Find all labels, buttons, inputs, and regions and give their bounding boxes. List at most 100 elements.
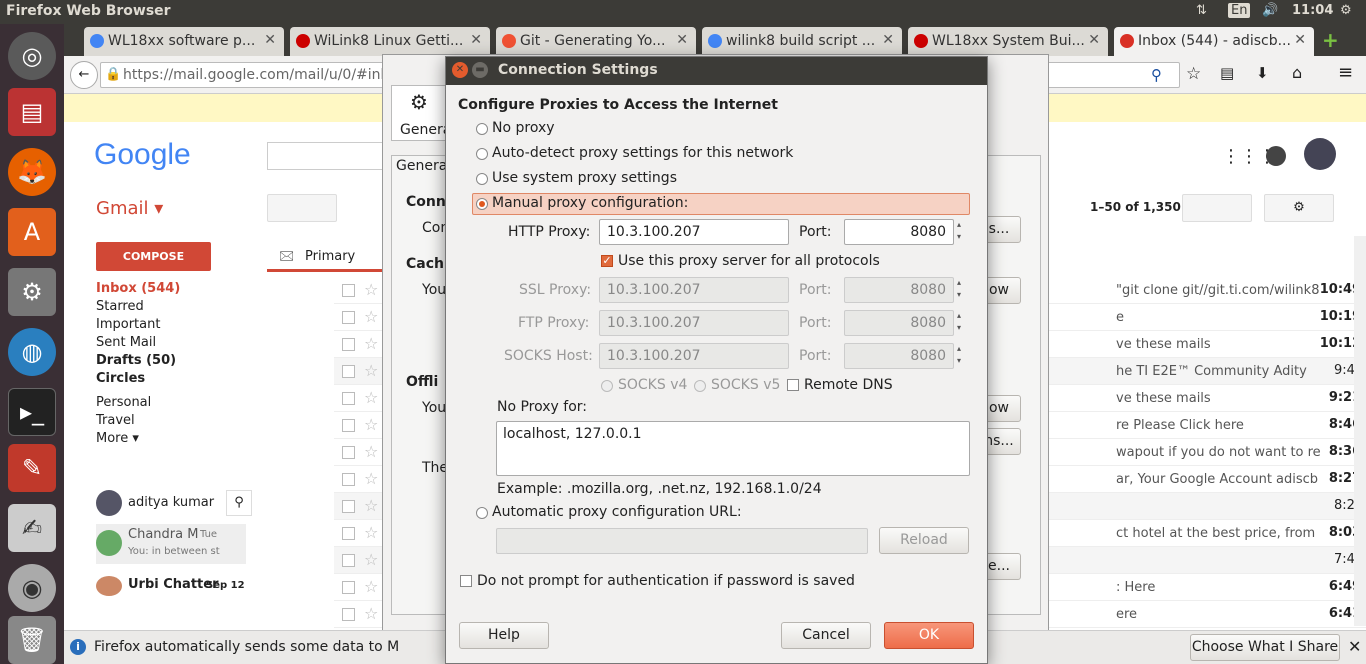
new-tab-icon[interactable]: + [1322,28,1339,52]
dialog-minimize-icon[interactable]: ▬ [472,62,488,78]
cancel-button[interactable]: Cancel [781,622,871,649]
tab-primary[interactable]: 🖂 Primary [267,242,387,272]
reload-button[interactable]: Reload [879,527,969,554]
pager-buttons[interactable] [1182,194,1252,222]
no-proxy-label[interactable]: No proxy [492,120,555,136]
power-icon[interactable]: ⚙ [1340,3,1352,18]
use-all-protocols-checkbox[interactable]: ✓ [601,255,613,267]
socks-port-input[interactable]: 8080 [844,343,954,369]
transfer-icon[interactable]: ⇅ [1196,3,1207,18]
close-tab-icon[interactable]: ✕ [264,32,276,48]
trash-icon[interactable]: 🗑 [8,616,56,664]
no-prompt-auth-checkbox[interactable] [460,575,472,587]
remote-dns-checkbox[interactable] [787,379,799,391]
ubuntu-dash-icon[interactable]: ◎ [8,32,56,80]
use-all-protocols-label[interactable]: Use this proxy server for all protocols [618,253,880,269]
account-avatar[interactable] [1304,138,1336,170]
star-icon[interactable]: ☆ [364,469,378,488]
auto-config-url-label[interactable]: Automatic proxy configuration URL: [492,504,742,520]
ftp-port-stepper[interactable]: ▴ ▾ [954,310,964,336]
system-settings-icon[interactable]: ⚙ [8,268,56,316]
clock[interactable]: 11:04 [1292,3,1333,18]
socks5-radio[interactable] [694,380,706,392]
row-checkbox[interactable] [342,419,355,432]
gmail-app-menu[interactable]: Gmail ▾ [96,198,163,219]
select-checkbox-button[interactable] [267,194,337,222]
auto-config-url-radio[interactable] [476,507,488,519]
network-app-icon[interactable]: ◍ [8,328,56,376]
hangouts-search-icon[interactable]: ⚲ [226,490,252,516]
scrollbar[interactable] [1354,236,1366,626]
close-tab-icon[interactable]: ✕ [1088,32,1100,48]
http-proxy-input[interactable]: 10.3.100.207 [599,219,789,245]
label-important[interactable]: Important [96,316,180,334]
star-icon[interactable]: ☆ [364,388,378,407]
text-editor-icon[interactable]: ✍ [8,504,56,552]
reading-list-icon[interactable]: ▤ [1220,64,1234,82]
star-icon[interactable]: ☆ [364,604,378,623]
ftp-port-input[interactable]: 8080 [844,310,954,336]
socks4-radio[interactable] [601,380,613,392]
downloads-icon[interactable]: ⬇ [1256,64,1269,82]
row-checkbox[interactable] [342,554,355,567]
ssl-port-stepper[interactable]: ▴ ▾ [954,277,964,303]
label-more[interactable]: More ▾ [96,430,180,448]
close-notification-icon[interactable]: ✕ [1348,637,1361,656]
socks5-label[interactable]: SOCKS v5 [711,377,780,393]
label-sent[interactable]: Sent Mail [96,334,180,352]
star-icon[interactable]: ☆ [364,550,378,569]
ssl-proxy-input[interactable]: 10.3.100.207 [599,277,789,303]
row-checkbox[interactable] [342,311,355,324]
disc-icon[interactable]: ◉ [8,564,56,612]
volume-icon[interactable]: 🔊 [1262,3,1278,18]
tab-wl18xx-system[interactable]: WL18xx System Bui... ✕ [908,27,1108,56]
star-icon[interactable]: ☆ [364,523,378,542]
no-proxy-for-textarea[interactable]: localhost, 127.0.0.1 [496,421,970,476]
row-checkbox[interactable] [342,338,355,351]
star-icon[interactable]: ☆ [364,361,378,380]
auto-config-url-input[interactable] [496,528,868,554]
hangouts-me[interactable]: aditya kumar ⚲ [96,488,252,522]
ftp-proxy-input[interactable]: 10.3.100.207 [599,310,789,336]
star-icon[interactable]: ☆ [364,442,378,461]
manual-proxy-radio[interactable] [476,198,488,210]
star-icon[interactable]: ☆ [364,280,378,299]
menu-icon[interactable]: ≡ [1338,62,1353,83]
firefox-icon[interactable]: 🦊 [8,148,56,196]
row-checkbox[interactable] [342,392,355,405]
dialog-close-icon[interactable]: ✕ [452,62,468,78]
remote-dns-label[interactable]: Remote DNS [804,377,893,393]
close-tab-icon[interactable]: ✕ [676,32,688,48]
tab-wilink8-linux[interactable]: WiLink8 Linux Getti... ✕ [290,27,490,56]
notifications-icon[interactable] [1266,146,1286,166]
tab-git-generating[interactable]: Git - Generating Yo... ✕ [496,27,696,56]
close-tab-icon[interactable]: ✕ [1294,32,1306,48]
socks4-label[interactable]: SOCKS v4 [618,377,687,393]
close-tab-icon[interactable]: ✕ [882,32,894,48]
back-icon[interactable]: ← [70,61,98,89]
row-checkbox[interactable] [342,365,355,378]
tab-inbox[interactable]: Inbox (544) - adiscb... ✕ [1114,27,1314,56]
row-checkbox[interactable] [342,527,355,540]
auto-detect-radio[interactable] [476,148,488,160]
auto-detect-label[interactable]: Auto-detect proxy settings for this netw… [492,145,793,161]
star-icon[interactable]: ☆ [364,307,378,326]
files-icon[interactable]: ▤ [8,88,56,136]
terminal-icon[interactable]: ▸_ [8,388,56,436]
help-button[interactable]: Help [459,622,549,649]
row-checkbox[interactable] [342,581,355,594]
star-icon[interactable]: ☆ [364,496,378,515]
system-proxy-label[interactable]: Use system proxy settings [492,170,677,186]
settings-gear-icon[interactable]: ⚙ [1264,194,1334,222]
label-circles[interactable]: Circles [96,370,180,388]
star-icon[interactable]: ☆ [364,577,378,596]
search-icon[interactable]: ⚲ [1151,66,1162,84]
hangouts-contact[interactable]: Urbi Chatter Sep 12 [96,574,246,596]
keyboard-indicator[interactable]: En [1228,3,1251,18]
row-checkbox[interactable] [342,608,355,621]
label-personal[interactable]: Personal [96,394,180,412]
hangouts-contact[interactable]: Chandra M Tue You: in between st [96,524,246,564]
http-port-stepper[interactable]: ▴ ▾ [954,219,964,245]
manual-proxy-row[interactable]: Manual proxy configuration: [472,193,970,215]
label-inbox[interactable]: Inbox (544) [96,280,180,298]
